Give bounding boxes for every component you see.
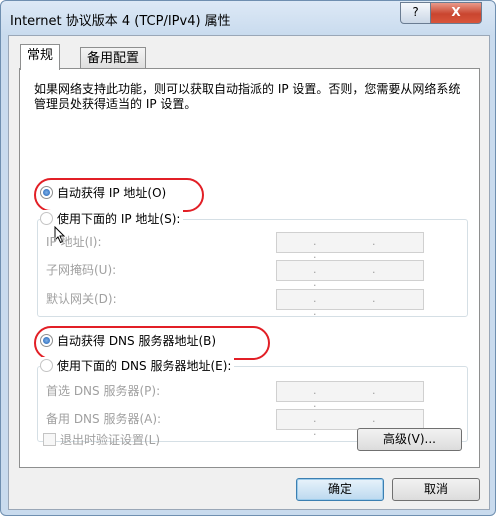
radio-auto-ip[interactable]: 自动获得 IP 地址(O) — [40, 184, 166, 202]
ip-address-field[interactable]: . . . — [276, 232, 424, 261]
radio-button-icon — [40, 212, 53, 225]
advanced-button[interactable]: 高级(V)... — [357, 428, 462, 451]
radio-auto-dns[interactable]: 自动获得 DNS 服务器地址(B) — [40, 332, 216, 350]
title-bar[interactable]: Internet 协议版本 4 (TCP/IPv4) 属性 ? X — [1, 1, 495, 35]
ok-button[interactable]: 确定 — [296, 478, 384, 501]
checkbox-icon — [43, 433, 56, 446]
dialog-window: Internet 协议版本 4 (TCP/IPv4) 属性 ? X 常规 备用配… — [0, 0, 496, 516]
subnet-mask-field[interactable]: . . . — [276, 260, 424, 289]
preferred-dns-field[interactable]: . . . — [276, 381, 424, 410]
preferred-dns-label: 首选 DNS 服务器(P): — [46, 384, 161, 398]
default-gateway-field[interactable]: . . . — [276, 289, 424, 318]
radio-manual-dns-label: 使用下面的 DNS 服务器地址(E): — [57, 359, 232, 373]
dialog-client-area: 常规 备用配置 如果网络支持此功能，则可以获取自动指派的 IP 设置。否则，您需… — [8, 35, 490, 510]
default-gateway-label: 默认网关(D): — [46, 292, 117, 306]
ip-dots: . . . — [313, 292, 402, 318]
ip-dots: . . . — [313, 384, 402, 410]
description-text: 如果网络支持此功能，则可以获取自动指派的 IP 设置。否则，您需要从网络系统管理… — [34, 82, 461, 111]
ip-address-label: IP 地址(I): — [46, 235, 102, 249]
alternate-dns-label: 备用 DNS 服务器(A): — [46, 412, 162, 426]
cancel-button[interactable]: 取消 — [392, 478, 480, 501]
help-button[interactable]: ? — [400, 2, 431, 24]
alternate-dns-field[interactable]: . . . — [276, 409, 424, 438]
tab-general[interactable]: 常规 — [20, 44, 61, 70]
general-tab-panel: 如果网络支持此功能，则可以获取自动指派的 IP 设置。否则，您需要从网络系统管理… — [19, 68, 480, 468]
window-title: Internet 协议版本 4 (TCP/IPv4) 属性 — [10, 14, 231, 29]
radio-auto-dns-label: 自动获得 DNS 服务器地址(B) — [57, 334, 217, 348]
radio-manual-dns[interactable]: 使用下面的 DNS 服务器地址(E): — [40, 357, 235, 375]
radio-button-icon — [40, 186, 53, 199]
subnet-mask-label: 子网掩码(U): — [46, 263, 117, 277]
close-button[interactable]: X — [430, 2, 482, 24]
ip-dots: . . . — [313, 235, 402, 261]
tab-alternate-config[interactable]: 备用配置 — [80, 47, 147, 70]
radio-manual-ip-label: 使用下面的 IP 地址(S): — [57, 212, 181, 226]
radio-button-icon — [40, 359, 53, 372]
radio-auto-ip-label: 自动获得 IP 地址(O) — [57, 186, 167, 200]
validate-on-exit-checkbox[interactable]: 退出时验证设置(L) — [43, 431, 160, 449]
radio-button-icon — [40, 334, 53, 347]
validate-on-exit-label: 退出时验证设置(L) — [60, 433, 161, 447]
ip-dots: . . . — [313, 263, 402, 289]
